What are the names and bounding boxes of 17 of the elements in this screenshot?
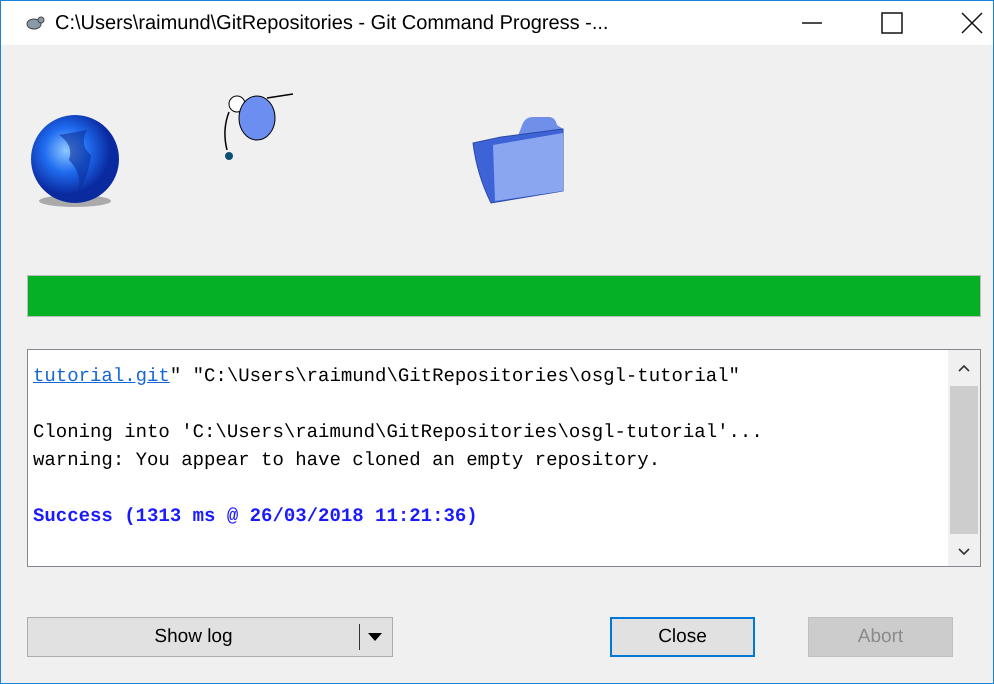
repository-link[interactable]: tutorial.git — [33, 365, 170, 387]
dialog-button[interactable]: Close — [610, 617, 755, 657]
caret-icon[interactable] — [368, 633, 382, 641]
log-line: " "C:\Users\raimund\GitRepositories\osgl-tutorial" — [170, 365, 740, 387]
scrollbar[interactable] — [948, 350, 980, 566]
close-icon[interactable] — [961, 12, 983, 34]
success-message: Success (1313 ms @ 26/03/2018 11:21:36) — [33, 504, 479, 529]
turtle-icon — [25, 14, 45, 32]
scroll-down-icon[interactable] — [958, 548, 970, 556]
scroll-thumb[interactable] — [950, 386, 978, 534]
log-line: warning: You appear to have cloned an empty repository. — [33, 448, 662, 473]
maximize-icon[interactable] — [881, 12, 903, 34]
globe-icon — [29, 115, 121, 207]
log-line: Cloning into 'C:\Users\raimund\GitRepositories\osgl-tutorial'... — [33, 420, 764, 445]
show-log-button[interactable]: Show log — [27, 617, 393, 657]
scroll-up-icon[interactable] — [958, 364, 970, 372]
window-title: C:\Users\raimund\GitRepositories - Git Command Progress -... — [55, 12, 610, 34]
